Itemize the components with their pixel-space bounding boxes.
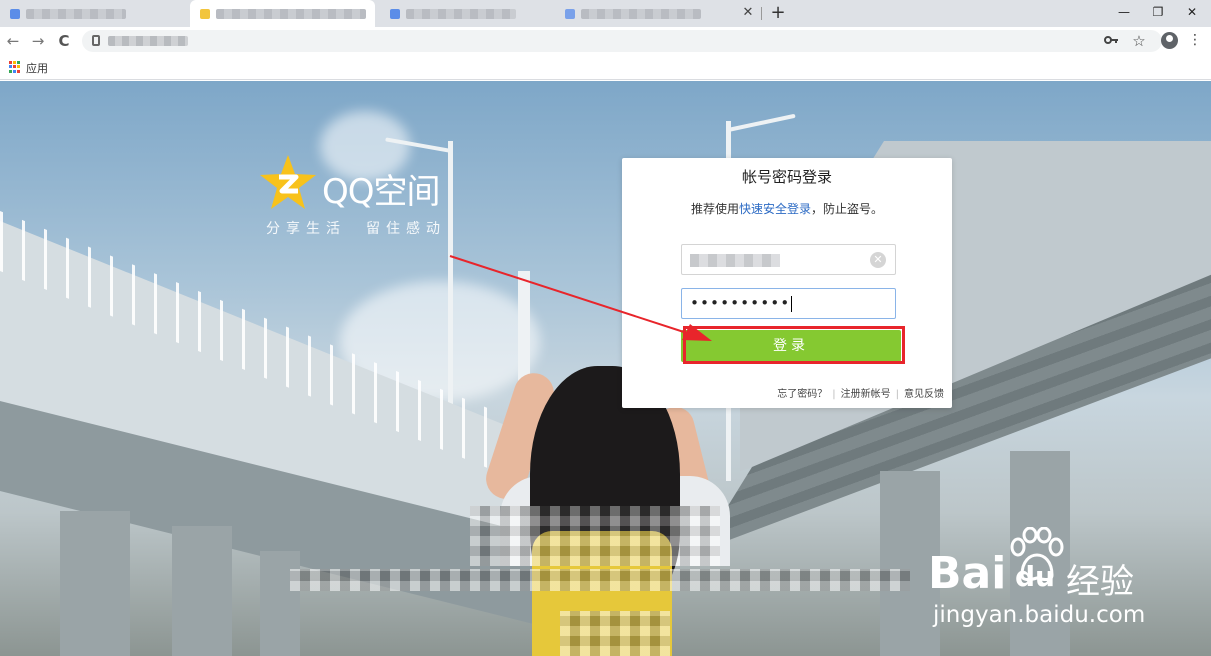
bridge-pillar [260,551,300,656]
minimize-button[interactable]: — [1112,2,1136,22]
login-title: 帐号密码登录 [741,168,832,186]
register-link[interactable]: 注册新帐号 [841,389,891,400]
pixelated-region [560,611,670,656]
feedback-link[interactable]: 意见反馈 [904,389,944,400]
tab-separator [761,7,762,20]
apps-grid-icon[interactable] [9,61,21,73]
url-text-blurred [108,36,188,46]
pixelated-region [470,506,720,566]
reload-button[interactable]: C [54,31,74,51]
tab-1[interactable] [0,0,180,27]
tab-title-blurred [26,8,126,19]
apps-bookmark-label[interactable]: 应用 [26,60,48,76]
tab-strip: ✕ + — ❐ ✕ [0,0,1211,27]
qzone-star-logo-icon [260,155,316,209]
browser-menu-icon[interactable]: ⋮ [1187,30,1203,50]
bridge-pillar [60,511,130,656]
back-button[interactable]: ← [3,31,23,51]
forgot-password-link[interactable]: 忘了密码？ [777,389,827,400]
watermark-url: jingyan.baidu.com [933,602,1146,628]
tab-title-blurred [581,8,701,19]
login-panel: 帐号密码登录 推荐使用快速安全登录，防止盗号。 ✕ •••••••••• 登录 … [622,158,952,408]
close-window-button[interactable]: ✕ [1180,2,1204,22]
pixelated-region [290,569,910,591]
login-footer-links: 忘了密码？ | 注册新帐号 | 意见反馈 [777,385,944,400]
qzone-slogan: 分享生活 留住感动 [266,221,446,237]
bookmarks-bar: 应用 [0,56,1211,80]
qzone-logo-text: QQ空间 [322,172,441,212]
bookmark-star-icon[interactable]: ☆ [1130,32,1148,50]
new-tab-button[interactable]: + [769,2,787,24]
login-tip-suffix: ，防止盗号。 [811,202,884,216]
quick-login-link[interactable]: 快速安全登录 [739,202,811,216]
maximize-button[interactable]: ❐ [1146,2,1170,22]
bridge-pillar [172,526,232,656]
annotation-highlight-box [683,326,905,364]
tab-favicon [10,8,20,19]
tab-favicon [565,8,575,19]
browser-toolbar: ← → C ☆ ⋮ [0,27,1211,56]
tab-title-blurred [216,8,366,19]
clear-input-icon[interactable]: ✕ [870,252,886,268]
address-bar[interactable]: ☆ [82,30,1162,52]
lock-icon[interactable] [92,35,100,46]
watermark-du: du [1015,560,1055,593]
text-caret [791,295,793,312]
tab-3[interactable] [380,0,550,27]
account-value-blurred [690,254,780,267]
password-dots: •••••••••• [690,294,791,312]
key-icon[interactable] [1102,32,1120,50]
watermark-bai: Bai [928,548,1007,599]
tab-2-active[interactable] [190,0,375,27]
lamp-arm [726,113,796,133]
link-separator: | [832,389,836,400]
login-tip: 推荐使用快速安全登录，防止盗号。 [622,200,952,217]
password-input[interactable]: •••••••••• [681,288,896,319]
tab-favicon [200,8,210,19]
link-separator: | [895,389,899,400]
account-input[interactable]: ✕ [681,244,896,275]
profile-avatar-icon[interactable] [1161,32,1178,49]
password-value: •••••••••• [690,294,793,312]
tab-title-blurred [406,8,516,19]
watermark-jingyan: 经验 [1066,562,1134,602]
close-tab-icon[interactable]: ✕ [740,4,756,22]
forward-button[interactable]: → [28,31,48,51]
login-tip-prefix: 推荐使用 [690,202,739,216]
tab-favicon [390,8,400,19]
tab-4[interactable] [555,0,735,27]
